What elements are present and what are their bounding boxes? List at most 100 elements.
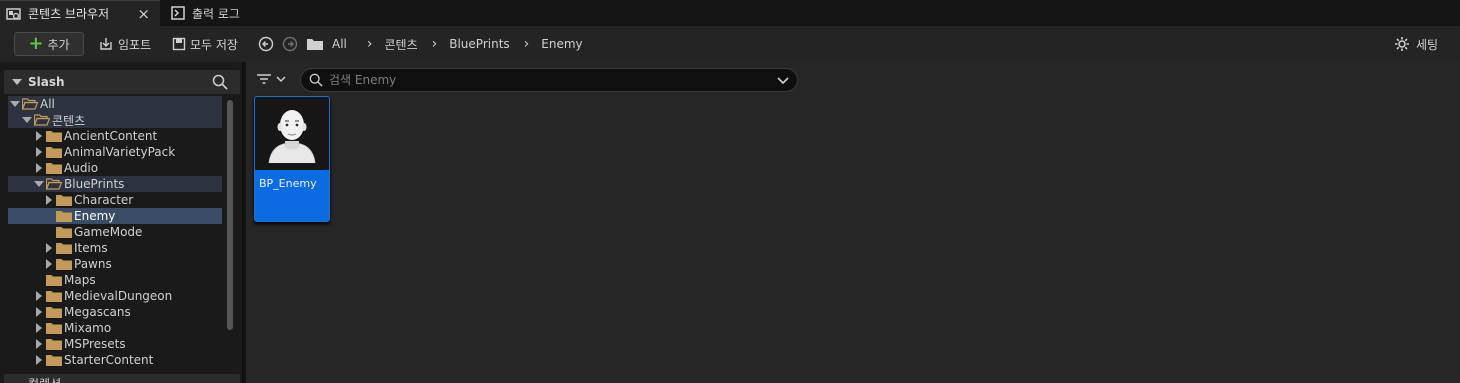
- folder-icon: [46, 322, 62, 334]
- character-blueprint-icon: [255, 97, 329, 171]
- collapsed-arrow-icon[interactable]: [34, 163, 44, 173]
- tree-item[interactable]: AncientContent: [8, 128, 222, 144]
- plus-icon: +: [28, 33, 44, 54]
- chevron-right-icon[interactable]: ›: [432, 36, 438, 52]
- collections-header[interactable]: 컬렉션: [4, 374, 240, 383]
- tree-item-label: Pawns: [74, 257, 112, 271]
- breadcrumb-item-all[interactable]: All: [332, 37, 347, 51]
- import-button[interactable]: 임포트: [98, 32, 151, 56]
- collapsed-arrow-icon[interactable]: [34, 323, 44, 333]
- tree-item-label: All: [40, 97, 55, 111]
- folder-icon[interactable]: [306, 32, 324, 56]
- add-button-label: 추가: [47, 37, 70, 52]
- tree-item-label: Audio: [64, 161, 99, 175]
- tree-item[interactable]: Pawns: [8, 256, 222, 272]
- tree-item-label: Items: [74, 241, 108, 255]
- filter-icon: [256, 73, 272, 85]
- filter-button[interactable]: [256, 70, 292, 88]
- tree-item-label: MSPresets: [64, 337, 126, 351]
- gear-icon: [1394, 36, 1410, 52]
- collapsed-arrow-icon[interactable]: [34, 339, 44, 349]
- folder-icon: [56, 242, 72, 254]
- folder-icon: [46, 354, 62, 366]
- tree-item[interactable]: Items: [8, 240, 222, 256]
- tree-item-label: Megascans: [64, 305, 131, 319]
- add-button[interactable]: + 추가: [14, 32, 84, 56]
- tab-content-browser[interactable]: 콘텐츠 브라우저 ×: [0, 0, 160, 26]
- folder-icon: [46, 274, 62, 286]
- tree-item[interactable]: Audio: [8, 160, 222, 176]
- expanded-arrow-icon[interactable]: [34, 179, 44, 189]
- search-icon[interactable]: [212, 74, 228, 93]
- tree-item-label: AnimalVarietyPack: [64, 145, 176, 159]
- tab-label: 출력 로그: [192, 6, 240, 21]
- collapsed-arrow-icon[interactable]: [34, 131, 44, 141]
- tree-item[interactable]: Megascans: [8, 304, 222, 320]
- chevron-right-icon[interactable]: ›: [524, 36, 530, 52]
- collapsed-arrow-icon[interactable]: [34, 147, 44, 157]
- history-back-button[interactable]: [258, 32, 274, 56]
- tree-item[interactable]: MedievalDungeon: [8, 288, 222, 304]
- search-input[interactable]: [329, 73, 749, 87]
- tree-scrollbar[interactable]: [227, 100, 233, 330]
- save-icon: [172, 37, 186, 51]
- expanded-arrow-icon[interactable]: [10, 99, 20, 109]
- tree-item[interactable]: 콘텐츠: [8, 112, 222, 128]
- tree-item[interactable]: BluePrints: [8, 176, 222, 192]
- breadcrumb: All › 콘텐츠 › BluePrints › Enemy: [332, 32, 583, 56]
- collapsed-arrow-icon[interactable]: [44, 259, 54, 269]
- tree-item[interactable]: Maps: [8, 272, 222, 288]
- tree-item-label: 콘텐츠: [52, 113, 86, 128]
- save-all-button[interactable]: 모두 저장: [172, 32, 238, 56]
- breadcrumb-item-blueprints[interactable]: BluePrints: [449, 37, 509, 51]
- folder-icon: [46, 146, 62, 158]
- content-browser-icon: [6, 7, 22, 21]
- tree-item[interactable]: GameMode: [8, 224, 222, 240]
- tree-item[interactable]: AnimalVarietyPack: [8, 144, 222, 160]
- tree-item[interactable]: Enemy: [8, 208, 222, 224]
- folder-open-icon: [22, 98, 38, 110]
- close-icon[interactable]: ×: [137, 5, 150, 23]
- folder-icon: [46, 162, 62, 174]
- tree-item-label: BluePrints: [64, 177, 125, 191]
- history-forward-button[interactable]: [282, 32, 298, 56]
- settings-button-label: 세팅: [1416, 37, 1439, 52]
- tree-item[interactable]: Character: [8, 192, 222, 208]
- folder-icon: [56, 258, 72, 270]
- tab-label: 콘텐츠 브라우저: [28, 7, 110, 21]
- collapsed-arrow-icon[interactable]: [34, 307, 44, 317]
- tree-item-label: Maps: [64, 273, 96, 287]
- collapsed-arrow-icon[interactable]: [34, 355, 44, 365]
- breadcrumb-item-enemy[interactable]: Enemy: [541, 37, 582, 51]
- toolbar: + 추가 임포트 모두 저장 All › 콘텐츠 › BluePrints › …: [0, 26, 1460, 62]
- collapsed-arrow-icon[interactable]: [34, 291, 44, 301]
- tree-item[interactable]: StarterContent: [8, 352, 222, 368]
- import-icon: [98, 37, 114, 51]
- search-bar[interactable]: [300, 68, 798, 92]
- tree-item[interactable]: Mixamo: [8, 320, 222, 336]
- asset-name: BP_Enemy: [259, 177, 317, 190]
- sources-panel: Slash All 콘텐츠 AncientContent AnimalVarietyP…: [0, 62, 244, 383]
- sources-panel-header[interactable]: Slash: [4, 70, 240, 94]
- folder-tree: All 콘텐츠 AncientContent AnimalVarietyPack Aud…: [8, 96, 222, 376]
- asset-view: BP_Enemy: [246, 62, 1460, 383]
- collapsed-arrow-icon[interactable]: [44, 195, 54, 205]
- chevron-down-icon[interactable]: [777, 75, 789, 89]
- tree-item-label: StarterContent: [64, 353, 154, 367]
- chevron-down-icon: [12, 79, 22, 85]
- tree-item[interactable]: MSPresets: [8, 336, 222, 352]
- settings-button[interactable]: 세팅: [1394, 32, 1438, 56]
- chevron-right-icon[interactable]: ›: [367, 36, 373, 52]
- search-icon: [309, 73, 323, 87]
- project-name: Slash: [28, 75, 65, 89]
- folder-icon: [46, 290, 62, 302]
- expanded-arrow-icon[interactable]: [22, 115, 32, 125]
- tab-output-log[interactable]: 출력 로그: [164, 0, 274, 26]
- collapsed-arrow-icon[interactable]: [44, 243, 54, 253]
- tree-item[interactable]: All: [8, 96, 222, 112]
- asset-tile[interactable]: BP_Enemy: [254, 96, 330, 222]
- breadcrumb-item-content[interactable]: 콘텐츠: [385, 36, 418, 53]
